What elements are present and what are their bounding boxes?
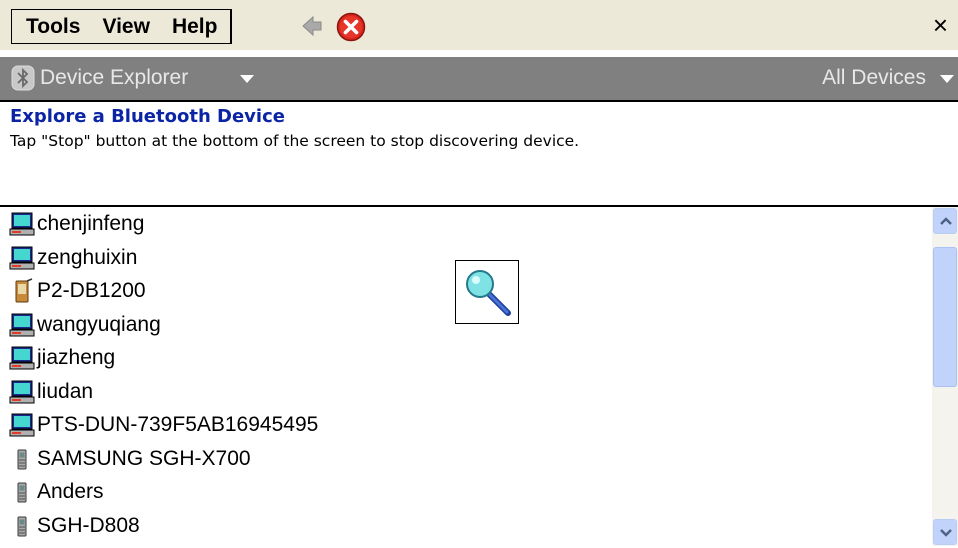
computer-icon: [9, 212, 35, 236]
filter-dropdown-icon[interactable]: [940, 75, 954, 83]
device-list-item[interactable]: PTS-DUN-739F5AB16945495: [9, 409, 318, 441]
back-arrow-icon[interactable]: [301, 14, 323, 38]
pda-icon: [15, 278, 33, 303]
device-filter[interactable]: All Devices: [822, 64, 926, 92]
device-name: PTS-DUN-739F5AB16945495: [37, 413, 319, 436]
device-list-item[interactable]: wangyuqiang: [9, 309, 161, 341]
discovering-indicator: [455, 260, 519, 324]
chevron-up-icon: [940, 217, 952, 225]
device-name: SGH-D808: [37, 513, 140, 537]
menu-bar: Tools View Help ×: [0, 0, 958, 50]
computer-icon: [9, 313, 35, 336]
app-title[interactable]: Device Explorer: [40, 64, 188, 92]
scroll-thumb[interactable]: [933, 247, 957, 387]
magnifier-icon: [466, 270, 511, 316]
scrollbar[interactable]: [932, 207, 958, 546]
phone-icon: [17, 449, 27, 469]
page-heading: Explore a Bluetooth Device: [10, 106, 285, 127]
menu-separator: [230, 10, 232, 43]
computer-icon: [9, 380, 35, 403]
menu-group: Tools View Help: [11, 9, 233, 44]
computer-icon: [9, 346, 35, 370]
bluetooth-icon: [11, 65, 35, 91]
instructions-text: Tap "Stop" button at the bottom of the s…: [10, 132, 580, 150]
device-list: [0, 205, 958, 548]
device-list-item[interactable]: SGH-D808: [9, 510, 140, 542]
scroll-down-button[interactable]: [933, 519, 957, 545]
device-list-item[interactable]: jiazheng: [9, 342, 115, 374]
device-name: liudan: [37, 379, 94, 403]
close-button[interactable]: ×: [933, 10, 948, 40]
device-name: Anders: [37, 480, 104, 503]
stop-icon[interactable]: [336, 12, 366, 42]
device-list-item[interactable]: Anders: [9, 476, 104, 508]
phone-icon: [17, 516, 27, 536]
device-name: SAMSUNG SGH-X700: [37, 446, 251, 470]
device-list-item[interactable]: liudan: [9, 376, 93, 408]
computer-icon: [9, 413, 35, 437]
computer-icon: [9, 246, 35, 269]
device-name: wangyuqiang: [37, 312, 161, 336]
device-list-item[interactable]: chenjinfeng: [9, 208, 144, 240]
device-name: zenghuixin: [37, 245, 138, 269]
device-name: chenjinfeng: [37, 212, 145, 235]
device-name: jiazheng: [37, 346, 116, 369]
device-list-item[interactable]: zenghuixin: [9, 242, 137, 274]
device-list-item[interactable]: P2-DB1200: [9, 275, 146, 307]
menu-tools[interactable]: Tools: [12, 15, 91, 39]
title-dropdown-icon[interactable]: [240, 75, 254, 83]
menu-help[interactable]: Help: [161, 15, 229, 39]
chevron-down-icon: [940, 529, 952, 537]
scroll-up-button[interactable]: [933, 208, 957, 234]
title-bar: Device Explorer All Devices: [0, 57, 958, 102]
device-name: P2-DB1200: [37, 279, 146, 302]
phone-icon: [17, 482, 27, 503]
device-list-item[interactable]: SAMSUNG SGH-X700: [9, 443, 251, 475]
menu-view[interactable]: View: [91, 15, 160, 39]
